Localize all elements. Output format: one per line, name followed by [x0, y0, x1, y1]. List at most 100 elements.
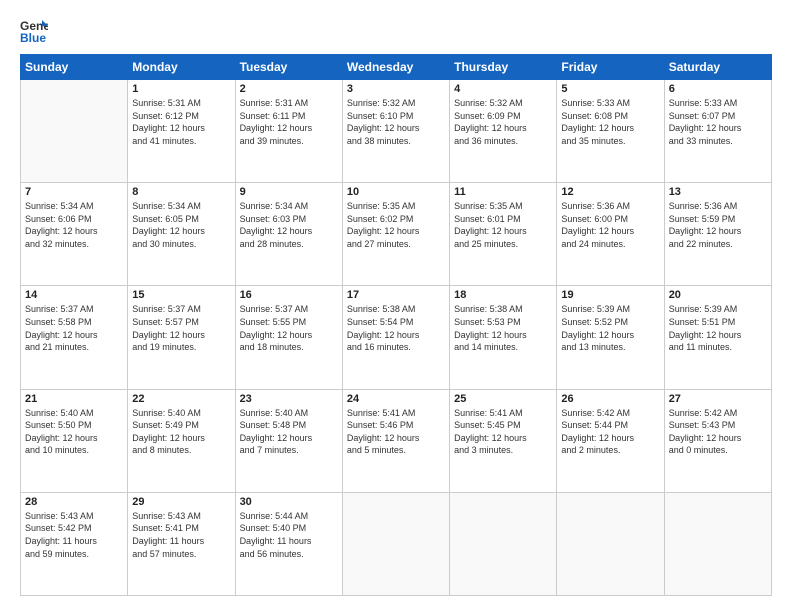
day-info: Sunrise: 5:37 AM Sunset: 5:58 PM Dayligh… [25, 303, 123, 353]
calendar-cell [664, 492, 771, 595]
day-info: Sunrise: 5:41 AM Sunset: 5:46 PM Dayligh… [347, 407, 445, 457]
calendar-table: SundayMondayTuesdayWednesdayThursdayFrid… [20, 54, 772, 596]
calendar-cell: 7Sunrise: 5:34 AM Sunset: 6:06 PM Daylig… [21, 183, 128, 286]
calendar-cell: 13Sunrise: 5:36 AM Sunset: 5:59 PM Dayli… [664, 183, 771, 286]
day-info: Sunrise: 5:37 AM Sunset: 5:55 PM Dayligh… [240, 303, 338, 353]
day-number: 4 [454, 83, 552, 95]
day-number: 19 [561, 289, 659, 301]
week-row-2: 7Sunrise: 5:34 AM Sunset: 6:06 PM Daylig… [21, 183, 772, 286]
calendar-cell: 14 Sunrise: 5:37 AM Sunset: 5:58 PM Dayli… [21, 286, 128, 389]
calendar-cell: 28 Sunrise: 5:43 AM Sunset: 5:42 PM Dayli… [21, 492, 128, 595]
calendar-cell: 21 Sunrise: 5:40 AM Sunset: 5:50 PM Dayli… [21, 389, 128, 492]
day-info: Sunrise: 5:32 AM Sunset: 6:10 PM Dayligh… [347, 97, 445, 147]
week-row-3: 14 Sunrise: 5:37 AM Sunset: 5:58 PM Dayli… [21, 286, 772, 389]
calendar-cell: 29 Sunrise: 5:43 AM Sunset: 5:41 PM Dayli… [128, 492, 235, 595]
day-number: 15 [132, 289, 230, 301]
weekday-header-saturday: Saturday [664, 55, 771, 80]
page: General Blue SundayMondayTuesdayWednesda… [0, 0, 792, 612]
day-info: Sunrise: 5:31 AM Sunset: 6:12 PM Dayligh… [132, 97, 230, 147]
day-number: 29 [132, 496, 230, 508]
calendar-cell: 4Sunrise: 5:32 AM Sunset: 6:09 PM Daylig… [450, 80, 557, 183]
day-info: Sunrise: 5:39 AM Sunset: 5:51 PM Dayligh… [669, 303, 767, 353]
header: General Blue [20, 16, 772, 44]
day-number: 24 [347, 393, 445, 405]
day-number: 20 [669, 289, 767, 301]
calendar-cell: 26Sunrise: 5:42 AM Sunset: 5:44 PM Dayli… [557, 389, 664, 492]
day-number: 21 [25, 393, 123, 405]
day-info: Sunrise: 5:43 AM Sunset: 5:42 PM Dayligh… [25, 510, 123, 560]
day-info: Sunrise: 5:33 AM Sunset: 6:08 PM Dayligh… [561, 97, 659, 147]
day-info: Sunrise: 5:44 AM Sunset: 5:40 PM Dayligh… [240, 510, 338, 560]
weekday-header-monday: Monday [128, 55, 235, 80]
calendar-cell: 6 Sunrise: 5:33 AM Sunset: 6:07 PM Daylig… [664, 80, 771, 183]
day-number: 16 [240, 289, 338, 301]
calendar-cell: 1 Sunrise: 5:31 AM Sunset: 6:12 PM Daylig… [128, 80, 235, 183]
day-number: 25 [454, 393, 552, 405]
calendar-cell: 5 Sunrise: 5:33 AM Sunset: 6:08 PM Daylig… [557, 80, 664, 183]
day-info: Sunrise: 5:38 AM Sunset: 5:54 PM Dayligh… [347, 303, 445, 353]
day-info: Sunrise: 5:41 AM Sunset: 5:45 PM Dayligh… [454, 407, 552, 457]
calendar-cell: 16 Sunrise: 5:37 AM Sunset: 5:55 PM Dayli… [235, 286, 342, 389]
weekday-header-friday: Friday [557, 55, 664, 80]
day-number: 13 [669, 186, 767, 198]
day-info: Sunrise: 5:40 AM Sunset: 5:49 PM Dayligh… [132, 407, 230, 457]
calendar-cell: 18 Sunrise: 5:38 AM Sunset: 5:53 PM Dayli… [450, 286, 557, 389]
calendar-cell: 25 Sunrise: 5:41 AM Sunset: 5:45 PM Dayli… [450, 389, 557, 492]
calendar-cell: 15 Sunrise: 5:37 AM Sunset: 5:57 PM Dayli… [128, 286, 235, 389]
weekday-header-wednesday: Wednesday [342, 55, 449, 80]
calendar-cell: 8 Sunrise: 5:34 AM Sunset: 6:05 PM Daylig… [128, 183, 235, 286]
calendar-cell: 30 Sunrise: 5:44 AM Sunset: 5:40 PM Dayli… [235, 492, 342, 595]
day-info: Sunrise: 5:35 AM Sunset: 6:01 PM Dayligh… [454, 200, 552, 250]
weekday-header-sunday: Sunday [21, 55, 128, 80]
day-info: Sunrise: 5:38 AM Sunset: 5:53 PM Dayligh… [454, 303, 552, 353]
calendar-cell: 27 Sunrise: 5:42 AM Sunset: 5:43 PM Dayli… [664, 389, 771, 492]
day-number: 9 [240, 186, 338, 198]
day-info: Sunrise: 5:42 AM Sunset: 5:43 PM Dayligh… [669, 407, 767, 457]
calendar-cell [342, 492, 449, 595]
calendar-cell: 10Sunrise: 5:35 AM Sunset: 6:02 PM Dayli… [342, 183, 449, 286]
day-number: 2 [240, 83, 338, 95]
day-number: 10 [347, 186, 445, 198]
calendar-cell: 23 Sunrise: 5:40 AM Sunset: 5:48 PM Dayli… [235, 389, 342, 492]
day-number: 27 [669, 393, 767, 405]
calendar-cell: 19 Sunrise: 5:39 AM Sunset: 5:52 PM Dayli… [557, 286, 664, 389]
day-number: 18 [454, 289, 552, 301]
day-info: Sunrise: 5:37 AM Sunset: 5:57 PM Dayligh… [132, 303, 230, 353]
day-info: Sunrise: 5:33 AM Sunset: 6:07 PM Dayligh… [669, 97, 767, 147]
day-number: 11 [454, 186, 552, 198]
day-info: Sunrise: 5:40 AM Sunset: 5:48 PM Dayligh… [240, 407, 338, 457]
day-info: Sunrise: 5:34 AM Sunset: 6:03 PM Dayligh… [240, 200, 338, 250]
calendar-cell: 22Sunrise: 5:40 AM Sunset: 5:49 PM Dayli… [128, 389, 235, 492]
day-number: 23 [240, 393, 338, 405]
day-info: Sunrise: 5:40 AM Sunset: 5:50 PM Dayligh… [25, 407, 123, 457]
day-info: Sunrise: 5:42 AM Sunset: 5:44 PM Dayligh… [561, 407, 659, 457]
day-number: 14 [25, 289, 123, 301]
day-number: 1 [132, 83, 230, 95]
day-info: Sunrise: 5:34 AM Sunset: 6:05 PM Dayligh… [132, 200, 230, 250]
day-number: 30 [240, 496, 338, 508]
calendar-cell [450, 492, 557, 595]
calendar-cell: 24 Sunrise: 5:41 AM Sunset: 5:46 PM Dayli… [342, 389, 449, 492]
day-info: Sunrise: 5:39 AM Sunset: 5:52 PM Dayligh… [561, 303, 659, 353]
logo: General Blue [20, 16, 52, 44]
calendar-cell: 20 Sunrise: 5:39 AM Sunset: 5:51 PM Dayli… [664, 286, 771, 389]
calendar-cell: 11 Sunrise: 5:35 AM Sunset: 6:01 PM Dayli… [450, 183, 557, 286]
svg-text:Blue: Blue [20, 31, 46, 44]
weekday-header-row: SundayMondayTuesdayWednesdayThursdayFrid… [21, 55, 772, 80]
day-number: 5 [561, 83, 659, 95]
calendar-cell [557, 492, 664, 595]
calendar-cell: 12Sunrise: 5:36 AM Sunset: 6:00 PM Dayli… [557, 183, 664, 286]
weekday-header-thursday: Thursday [450, 55, 557, 80]
day-number: 28 [25, 496, 123, 508]
calendar-cell: 9 Sunrise: 5:34 AM Sunset: 6:03 PM Daylig… [235, 183, 342, 286]
day-number: 3 [347, 83, 445, 95]
calendar-cell [21, 80, 128, 183]
calendar-cell: 3 Sunrise: 5:32 AM Sunset: 6:10 PM Daylig… [342, 80, 449, 183]
day-number: 7 [25, 186, 123, 198]
week-row-1: 1 Sunrise: 5:31 AM Sunset: 6:12 PM Daylig… [21, 80, 772, 183]
day-info: Sunrise: 5:43 AM Sunset: 5:41 PM Dayligh… [132, 510, 230, 560]
day-number: 12 [561, 186, 659, 198]
calendar-cell: 17Sunrise: 5:38 AM Sunset: 5:54 PM Dayli… [342, 286, 449, 389]
day-number: 6 [669, 83, 767, 95]
day-number: 8 [132, 186, 230, 198]
